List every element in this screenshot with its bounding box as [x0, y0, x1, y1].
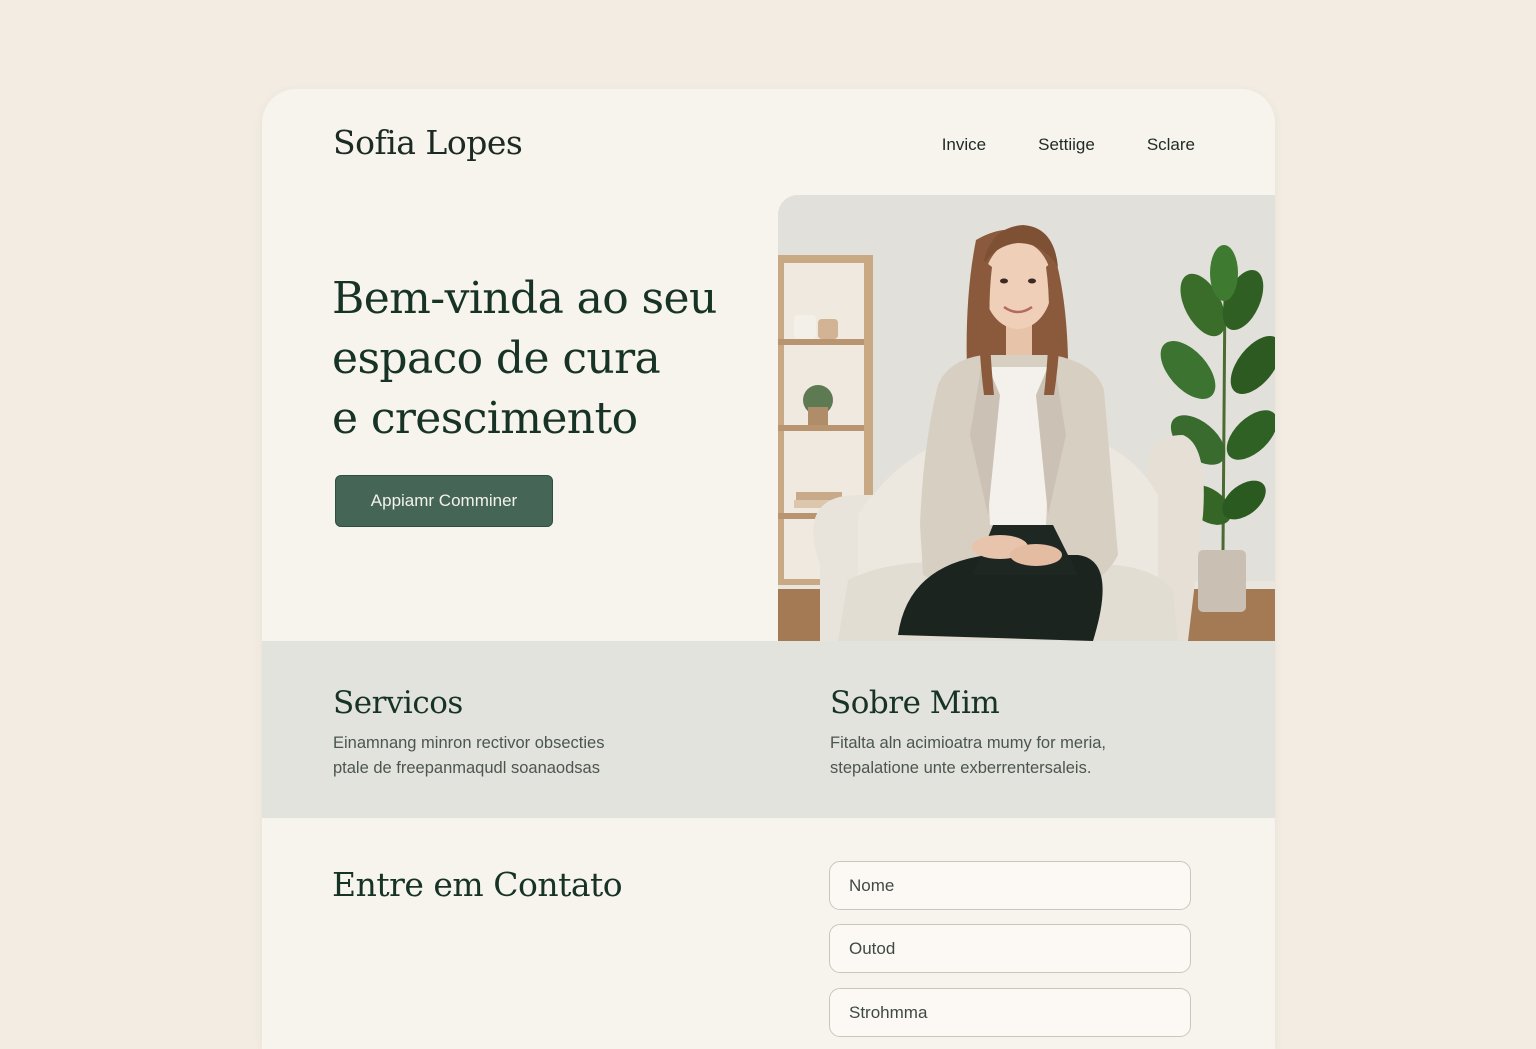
top-nav: Invice Settiige Sclare	[942, 135, 1195, 155]
hero-title-line-1: Bem-vinda ao seu	[332, 273, 717, 324]
hero-title-line-3: e crescimento	[332, 393, 638, 444]
nav-item-invice[interactable]: Invice	[942, 135, 986, 155]
services-text-line-2: ptale de freepanmaqudl soanaodsas	[333, 759, 600, 777]
page-card: Sofia Lopes Invice Settiige Sclare Bem-v…	[262, 89, 1275, 1049]
portrait-photo	[778, 195, 1275, 641]
about-section: Sobre Mim Fitalta aln acimioatra mumy fo…	[830, 685, 1106, 781]
about-text-line-2: stepalatione unte exberrentersaleis.	[830, 759, 1092, 777]
nav-item-settiige[interactable]: Settiige	[1038, 135, 1095, 155]
strohmma-field[interactable]	[829, 988, 1191, 1037]
hero-title-line-2: espaco de cura	[332, 333, 661, 384]
brand-name[interactable]: Sofia Lopes	[333, 123, 523, 162]
info-band: Servicos Einamnang minron rectivor obsec…	[262, 641, 1275, 818]
name-field[interactable]	[829, 861, 1191, 910]
about-title: Sobre Mim	[830, 685, 1000, 721]
appointment-button[interactable]: Appiamr Comminer	[335, 475, 553, 527]
outod-field[interactable]	[829, 924, 1191, 973]
services-section: Servicos Einamnang minron rectivor obsec…	[333, 685, 604, 781]
contact-title: Entre em Contato	[332, 865, 623, 904]
hero-title: Bem-vinda ao seu espaco de cura e cresci…	[332, 269, 772, 449]
services-title: Servicos	[333, 685, 463, 721]
services-text-line-1: Einamnang minron rectivor obsecties	[333, 734, 605, 752]
nav-item-sclare[interactable]: Sclare	[1147, 135, 1195, 155]
about-text-line-1: Fitalta aln acimioatra mumy for meria,	[830, 734, 1106, 752]
